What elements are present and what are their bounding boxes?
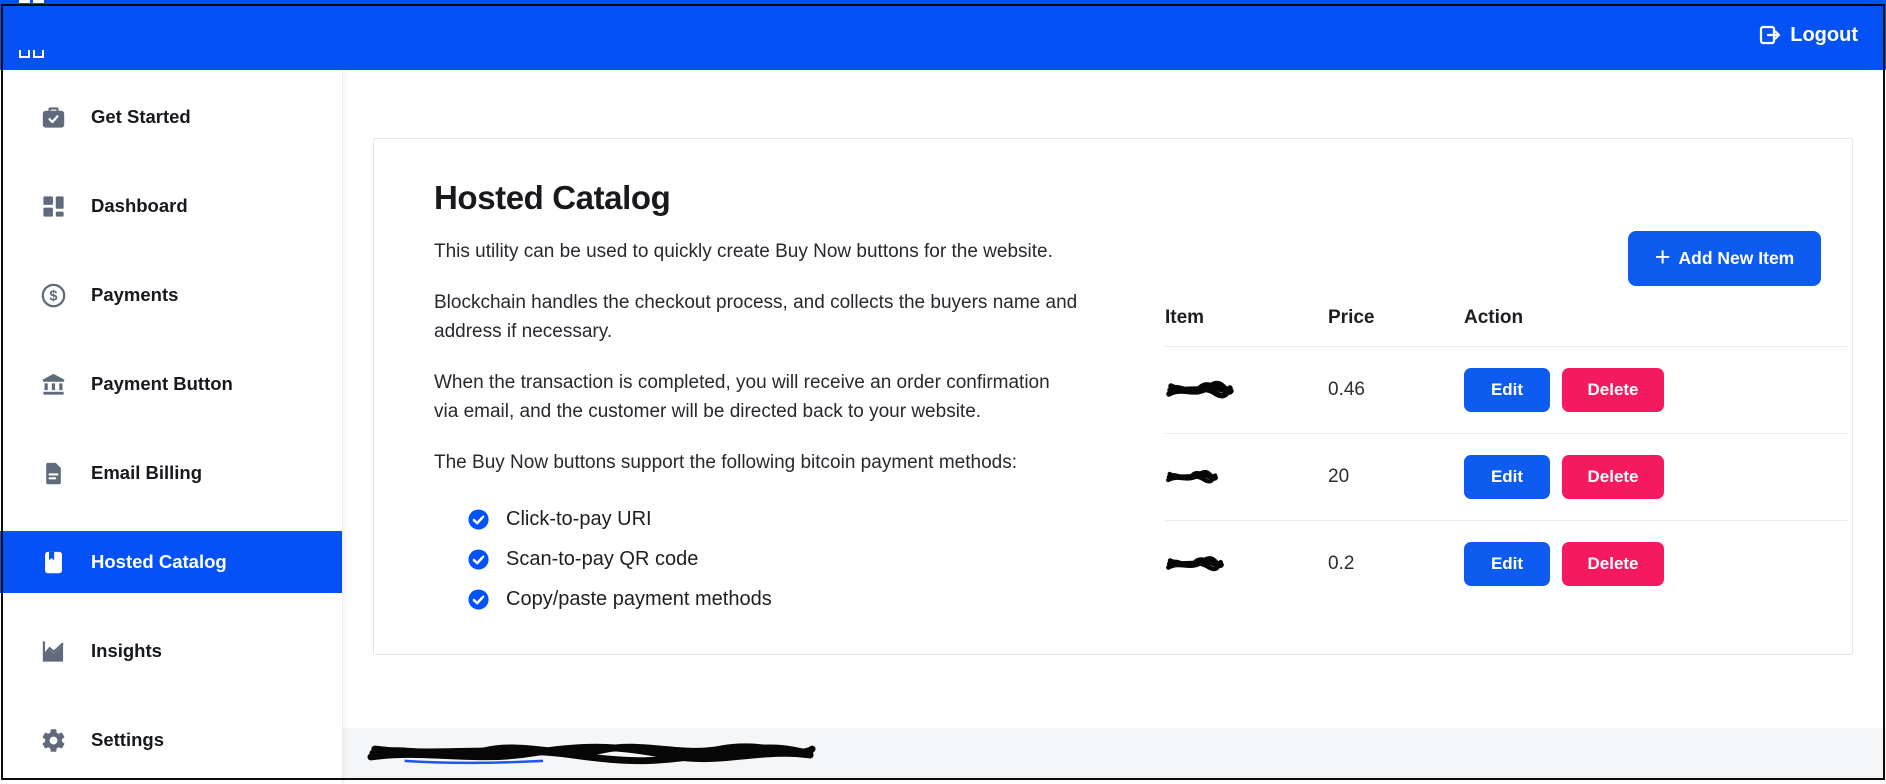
item-name-cell: [1165, 553, 1328, 575]
price-value: 0.46: [1328, 379, 1365, 400]
logo-fragment: [33, 50, 44, 58]
payment-method-label: Copy/paste payment methods: [506, 588, 772, 611]
sidebar-item-label: Payments: [91, 284, 178, 306]
check-circle-icon: [467, 548, 490, 571]
briefcase-check-icon: [40, 104, 67, 131]
gear-icon: [40, 727, 67, 754]
payment-methods-list: Click-to-pay URI Scan-to-pay QR code: [467, 499, 1174, 619]
sign-out-icon: [1758, 23, 1782, 47]
page-title: Hosted Catalog: [434, 179, 1174, 217]
redacted-footer-text: [365, 741, 820, 765]
redacted-item-name: [1165, 379, 1235, 401]
table-row: 20 Edit Delete: [1165, 434, 1847, 521]
dollar-circle-icon: $: [40, 282, 67, 309]
plus-icon: +: [1655, 242, 1671, 273]
svg-text:$: $: [49, 288, 57, 304]
document-icon: [40, 460, 67, 487]
sidebar-item-payment-button[interactable]: Payment Button: [0, 353, 342, 415]
table-row: 0.46 Edit Delete: [1165, 347, 1847, 434]
main-content: Hosted Catalog This utility can be used …: [343, 70, 1886, 784]
sidebar-nav: Get Started Dashboard $ Payments: [0, 70, 343, 784]
column-header-price: Price: [1328, 307, 1464, 329]
logout-label: Logout: [1790, 24, 1858, 47]
sidebar-item-payments[interactable]: $ Payments: [0, 264, 342, 326]
column-header-action: Action: [1464, 307, 1847, 329]
add-new-item-label: Add New Item: [1679, 248, 1795, 269]
sidebar-item-label: Payment Button: [91, 373, 233, 395]
payment-method-label: Click-to-pay URI: [506, 508, 652, 531]
payment-method-item: Click-to-pay URI: [467, 499, 1174, 539]
journal-icon: [40, 549, 67, 576]
column-header-item: Item: [1165, 307, 1328, 329]
sidebar-item-label: Hosted Catalog: [91, 551, 227, 573]
sidebar-item-insights[interactable]: Insights: [0, 620, 342, 682]
sidebar-item-dashboard[interactable]: Dashboard: [0, 175, 342, 237]
redacted-item-name: [1165, 553, 1225, 575]
catalog-items-table: Item Price Action 0.46: [1165, 289, 1847, 607]
sidebar-item-label: Email Billing: [91, 462, 202, 484]
add-new-item-button[interactable]: + Add New Item: [1628, 231, 1821, 286]
check-circle-icon: [467, 508, 490, 531]
intro-paragraph: This utility can be used to quickly crea…: [434, 237, 1174, 266]
sidebar-item-label: Get Started: [91, 106, 191, 128]
logo-fragment: [19, 0, 30, 3]
payment-method-item: Copy/paste payment methods: [467, 579, 1174, 619]
delete-button[interactable]: Delete: [1562, 455, 1664, 499]
sidebar-item-hosted-catalog[interactable]: Hosted Catalog: [0, 531, 342, 593]
edit-button[interactable]: Edit: [1464, 542, 1550, 586]
hosted-catalog-page: Logout Get Started: [0, 0, 1886, 784]
sidebar-item-label: Settings: [91, 729, 164, 751]
logo-fragment: [33, 0, 44, 3]
hosted-catalog-card: Hosted Catalog This utility can be used …: [373, 138, 1853, 655]
chart-line-icon: [40, 638, 67, 665]
logo-fragment: [19, 50, 30, 58]
sidebar-item-get-started[interactable]: Get Started: [0, 86, 342, 148]
top-header-bar: Logout: [0, 0, 1886, 70]
logout-button[interactable]: Logout: [1758, 23, 1858, 47]
price-value: 20: [1328, 466, 1349, 487]
description-column: Hosted Catalog This utility can be used …: [434, 179, 1174, 619]
delete-button[interactable]: Delete: [1562, 368, 1664, 412]
intro-paragraph: Blockchain handles the checkout process,…: [434, 288, 1174, 346]
item-name-cell: [1165, 379, 1328, 401]
item-name-cell: [1165, 466, 1328, 488]
bank-icon: [40, 371, 67, 398]
dashboard-grid-icon: [40, 193, 67, 220]
table-row: 0.2 Edit Delete: [1165, 521, 1847, 607]
table-header-row: Item Price Action: [1165, 289, 1847, 347]
check-circle-icon: [467, 588, 490, 611]
price-value: 0.2: [1328, 553, 1354, 574]
sidebar-item-label: Dashboard: [91, 195, 188, 217]
edit-button[interactable]: Edit: [1464, 368, 1550, 412]
sidebar-item-email-billing[interactable]: Email Billing: [0, 442, 342, 504]
sidebar-item-settings[interactable]: Settings: [0, 709, 342, 771]
edit-button[interactable]: Edit: [1464, 455, 1550, 499]
redacted-item-name: [1165, 466, 1219, 488]
intro-paragraph: When the transaction is completed, you w…: [434, 368, 1174, 426]
payment-method-label: Scan-to-pay QR code: [506, 548, 698, 571]
payment-method-item: Scan-to-pay QR code: [467, 539, 1174, 579]
sidebar-item-label: Insights: [91, 640, 162, 662]
intro-paragraph: The Buy Now buttons support the followin…: [434, 448, 1174, 477]
footer-bar: [343, 728, 1886, 778]
delete-button[interactable]: Delete: [1562, 542, 1664, 586]
